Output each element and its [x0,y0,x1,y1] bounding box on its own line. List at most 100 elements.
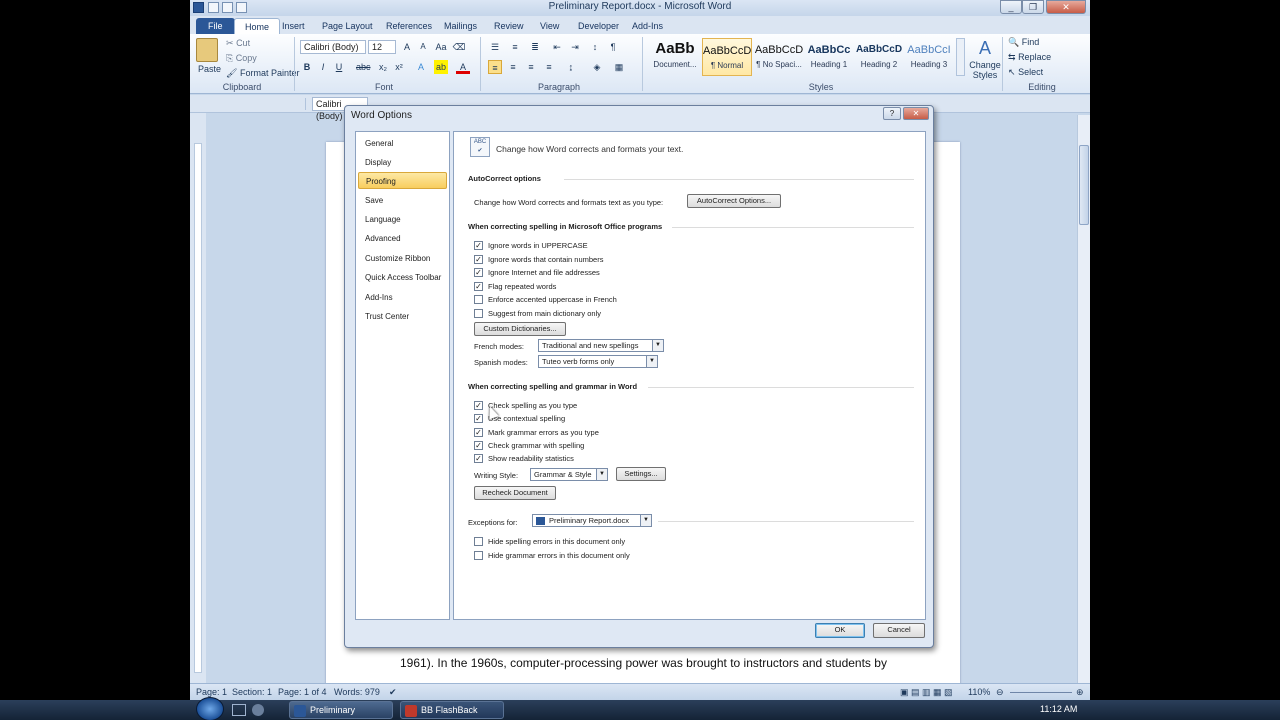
tab-mailings[interactable]: Mailings [434,18,487,34]
scrollbar-thumb[interactable] [1079,145,1089,225]
tab-review[interactable]: Review [484,18,534,34]
checkbox[interactable]: ✓ [474,254,483,264]
line-spacing-icon[interactable]: ↨ [564,60,578,74]
change-styles-button[interactable]: Change Styles [966,60,1004,80]
cancel-button[interactable]: Cancel [873,623,925,638]
numbering-icon[interactable]: ≡ [508,40,522,54]
style-no-spacing[interactable]: AaBbCcD ¶ No Spaci... [754,38,804,76]
align-center-icon[interactable]: ≡ [506,60,520,74]
nav-display[interactable]: Display [358,154,447,171]
tab-add-ins[interactable]: Add-Ins [622,18,673,34]
font-color-icon[interactable]: A [456,60,470,74]
system-tray-icons[interactable] [922,704,1032,716]
nav-advanced[interactable]: Advanced [358,230,447,247]
checkbox-label[interactable]: Ignore words in UPPERCASE [488,241,588,250]
status-words[interactable]: Words: 979 [334,687,380,697]
checkbox-label[interactable]: Mark grammar errors as you type [488,428,599,437]
zoom-slider[interactable] [1010,692,1072,693]
autocorrect-options-button[interactable]: AutoCorrect Options... [687,194,781,208]
replace-button[interactable]: ⇆ Replace [1008,52,1051,63]
french-modes-dropdown[interactable]: Traditional and new spellings ▼ [538,339,664,352]
bold-icon[interactable]: B [300,60,314,74]
checkbox-label[interactable]: Hide grammar errors in this document onl… [488,551,630,560]
format-painter-button[interactable]: 🖌 Format Painter [226,68,299,79]
writing-style-dropdown[interactable]: Grammar & Style ▼ [530,468,608,481]
checkbox[interactable]: ✓ [474,401,483,410]
checkbox[interactable]: ✓ [474,440,483,450]
nav-quick-access-toolbar[interactable]: Quick Access Toolbar [358,269,447,286]
checkbox-label[interactable]: Enforce accented uppercase in French [488,295,617,304]
font-size-combo[interactable]: 12 [368,40,396,54]
highlight-icon[interactable]: ab [434,60,448,74]
clear-format-icon[interactable]: ⌫ [452,40,466,54]
zoom-out-icon[interactable]: ⊖ [996,687,1004,698]
align-left-icon[interactable]: ≡ [488,60,502,74]
dialog-close-icon[interactable]: ✕ [903,107,929,120]
italic-icon[interactable]: I [316,60,330,74]
underline-icon[interactable]: U [332,60,346,74]
checkbox-label[interactable]: Check spelling as you type [488,401,577,410]
shading-icon[interactable]: ◈ [590,60,604,74]
superscript-icon[interactable]: x² [392,60,406,74]
status-page[interactable]: Page: 1 [196,687,227,697]
tab-references[interactable]: References [376,18,442,34]
checkbox-label[interactable]: Suggest from main dictionary only [488,309,601,318]
cut-button[interactable]: ✂ Cut [226,38,250,49]
style-heading-1[interactable]: AaBbCc Heading 1 [804,38,854,76]
bullets-icon[interactable]: ☰ [488,40,502,54]
checkbox-label[interactable]: Hide spelling errors in this document on… [488,537,625,546]
select-button[interactable]: ↖ Select [1008,67,1043,78]
text-effects-icon[interactable]: A [414,60,428,74]
custom-dictionaries-button[interactable]: Custom Dictionaries... [474,322,566,336]
grow-font-icon[interactable]: A [400,40,414,54]
show-marks-icon[interactable]: ¶ [606,40,620,54]
spanish-modes-dropdown[interactable]: Tuteo verb forms only ▼ [538,355,658,368]
status-page-of[interactable]: Page: 1 of 4 [278,687,327,697]
close-button[interactable]: ✕ [1046,0,1086,14]
minimize-button[interactable]: _ [1000,0,1022,14]
borders-icon[interactable]: ▦ [612,60,626,74]
ok-button[interactable]: OK [815,623,865,638]
checkbox-label[interactable]: Flag repeated words [488,282,556,291]
restore-button[interactable]: ❐ [1022,0,1044,14]
multilevel-icon[interactable]: ≣ [528,40,542,54]
paste-button[interactable]: Paste [198,64,221,74]
nav-trust-center[interactable]: Trust Center [358,308,447,325]
tab-file[interactable]: File [196,18,235,34]
align-right-icon[interactable]: ≡ [524,60,538,74]
taskbar-word-item[interactable]: Preliminary Report.... [289,701,393,719]
help-icon[interactable]: ? [883,107,901,120]
change-case-icon[interactable]: Aa [434,40,448,54]
style-heading-2[interactable]: AaBbCcD Heading 2 [854,38,904,76]
checkbox[interactable]: ✓ [474,268,483,277]
proofing-status-icon[interactable]: ✔ [389,687,397,698]
strikethrough-icon[interactable]: abc [356,60,371,74]
checkbox[interactable] [474,550,483,560]
checkbox-label[interactable]: Show readability statistics [488,454,574,463]
checkbox-label[interactable]: Use contextual spelling [488,414,565,423]
sort-icon[interactable]: ↕ [588,40,602,54]
nav-proofing[interactable]: Proofing [358,172,447,189]
subscript-icon[interactable]: x₂ [376,60,390,74]
zoom-in-icon[interactable]: ⊕ [1076,687,1084,698]
view-buttons[interactable]: ▣ ▤ ▥ ▦ ▧ [900,687,953,698]
document-text[interactable]: 1961). In the 1960s, computer-processing… [400,656,887,670]
checkbox[interactable] [474,537,483,546]
nav-save[interactable]: Save [358,192,447,209]
taskbar-flashback-item[interactable]: BB FlashBack Expres... [400,701,504,719]
checkbox[interactable]: ✓ [474,454,483,464]
clock[interactable]: 11:12 AM [1040,704,1077,714]
find-button[interactable]: 🔍 Find [1008,37,1039,48]
vertical-scrollbar[interactable] [1077,115,1090,687]
checkbox-label[interactable]: Check grammar with spelling [488,441,584,450]
shrink-font-icon[interactable]: A [416,40,430,54]
copy-button[interactable]: ⎘ Copy [226,53,257,64]
nav-customize-ribbon[interactable]: Customize Ribbon [358,250,447,267]
style-document[interactable]: AaBb Document... [650,38,700,76]
checkbox[interactable]: ✓ [474,281,483,291]
increase-indent-icon[interactable]: ⇥ [568,40,582,54]
quick-launch-icon[interactable] [252,704,264,716]
tab-page-layout[interactable]: Page Layout [312,18,383,34]
checkbox-label[interactable]: Ignore Internet and file addresses [488,268,600,277]
checkbox[interactable] [474,295,483,304]
